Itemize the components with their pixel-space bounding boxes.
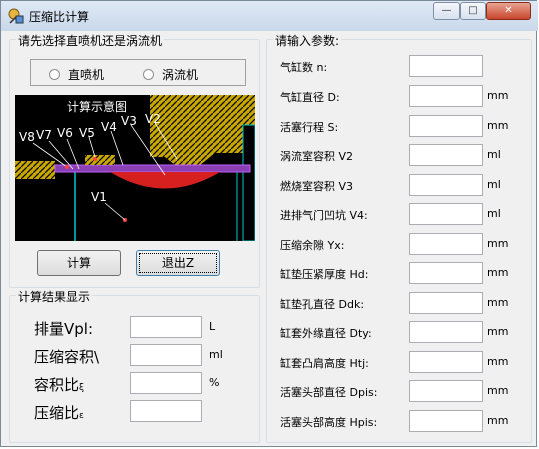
param-label-valve-pocket: 进排气门凹坑 V4:	[280, 209, 368, 222]
param-piston-head-diameter-unit: mm	[487, 384, 509, 397]
radio-direct-injection[interactable]: 直喷机	[49, 66, 104, 83]
param-liner-outer-diameter-field[interactable]	[409, 321, 483, 343]
param-clearance-unit: mm	[487, 237, 509, 250]
result-volume-ratio-unit: %	[209, 376, 220, 389]
cylinder-outline	[55, 168, 76, 241]
radio-circle-icon[interactable]	[143, 69, 154, 80]
head-left-block	[15, 161, 55, 179]
label-v1: V1	[91, 190, 107, 204]
param-gasket-bore-unit: mm	[487, 296, 509, 309]
result-displacement-unit: L	[209, 320, 216, 333]
parameters-group-title: 请输入参数:	[273, 32, 342, 49]
label-v6: V6	[57, 126, 73, 140]
maximize-button[interactable]: □	[460, 2, 486, 20]
window-title: 压缩比计算	[29, 10, 90, 24]
radio-direct-injection-label: 直喷机	[68, 68, 105, 82]
app-window: 压缩比计算 — □ ✕ 请先选择直喷机还是涡流机 直喷机 涡流机 计算示意图 V…	[0, 0, 538, 447]
param-gasket-bore-field[interactable]	[409, 292, 483, 314]
radio-circle-icon[interactable]	[49, 69, 60, 80]
param-cylinders-field[interactable]	[409, 55, 483, 77]
param-label-piston-head-height: 活塞头部高度 Hpis:	[280, 416, 378, 429]
param-bore-unit: mm	[487, 89, 509, 102]
title-bar[interactable]: 压缩比计算 — □ ✕	[1, 1, 538, 31]
head-gasket	[54, 164, 251, 173]
param-liner-shoulder-height-unit: mm	[487, 355, 509, 368]
diagram-svg: 计算示意图 V8 V7 V6 V5 V4 V3 V2 V1	[15, 95, 255, 241]
results-group: 计算结果显示 排量Vpl: L 压缩容积\ ml 容积比ξ % 压缩比ε	[9, 288, 260, 443]
param-piston-head-height-unit: mm	[487, 414, 509, 427]
param-clearance-field[interactable]	[409, 233, 483, 255]
param-label-clearance: 压缩余隙 Yx:	[280, 239, 345, 252]
leader-line	[88, 136, 96, 158]
calculate-button[interactable]: 计算	[37, 250, 121, 276]
result-label-displacement: 排量Vpl:	[34, 320, 94, 338]
liner-gap-right	[242, 124, 255, 241]
radio-swirl-chamber-label: 涡流机	[162, 68, 199, 82]
param-swirl-volume-field[interactable]	[409, 144, 483, 166]
close-button[interactable]: ✕	[486, 2, 531, 20]
diagram-title: 计算示意图	[67, 99, 127, 114]
param-swirl-volume-unit: ml	[487, 148, 501, 161]
label-v3: V3	[121, 114, 137, 128]
result-volume-ratio-symbol: ξ	[79, 383, 85, 393]
result-compression-volume-unit: ml	[209, 348, 223, 361]
param-label-gasket-bore: 缸垫孔直径 Ddk:	[280, 298, 365, 311]
param-combustion-volume-unit: ml	[487, 178, 501, 191]
engine-type-group-title: 请先选择直喷机还是涡流机	[16, 32, 165, 49]
engine-type-group: 请先选择直喷机还是涡流机 直喷机 涡流机 计算示意图 V8 V7 V6 V5 V…	[9, 32, 260, 288]
param-bore-field[interactable]	[409, 85, 483, 107]
calculation-diagram: 计算示意图 V8 V7 V6 V5 V4 V3 V2 V1	[15, 95, 255, 241]
param-label-cylinders: 气缸数 n:	[280, 61, 328, 74]
param-gasket-thickness-field[interactable]	[409, 262, 483, 284]
v4-marker	[93, 157, 97, 161]
result-label-volume-ratio: 容积比ξ	[34, 374, 84, 395]
param-valve-pocket-unit: ml	[487, 207, 501, 220]
valve-pocket	[85, 155, 115, 165]
param-piston-head-diameter-field[interactable]	[409, 380, 483, 402]
result-compression-volume-field[interactable]	[130, 344, 202, 366]
param-label-piston-head-diameter: 活塞头部直径 Dpis:	[280, 386, 378, 399]
minimize-button[interactable]: —	[433, 2, 460, 20]
label-v5: V5	[79, 126, 95, 140]
cylinder-head	[150, 95, 255, 165]
result-label-compression-volume: 压缩容积\	[34, 348, 100, 366]
result-volume-ratio-field[interactable]	[130, 372, 202, 394]
result-displacement-field[interactable]	[130, 316, 202, 338]
param-label-combustion-volume: 燃烧室容积 V3	[280, 180, 354, 193]
result-label-compression-ratio: 压缩比ε	[34, 402, 84, 423]
result-compression-ratio-field[interactable]	[130, 400, 202, 422]
param-label-gasket-thickness: 缸垫压紧厚度 Hd:	[280, 268, 369, 281]
param-label-liner-outer-diameter: 缸套外缘直径 Dty:	[280, 327, 372, 340]
label-v4: V4	[101, 120, 117, 134]
param-liner-outer-diameter-unit: mm	[487, 325, 509, 338]
client-area: 请先选择直喷机还是涡流机 直喷机 涡流机 计算示意图 V8 V7 V6 V5 V…	[9, 31, 532, 443]
v8-marker	[65, 165, 69, 169]
param-label-bore: 气缸直径 D:	[280, 91, 340, 104]
radio-swirl-chamber[interactable]: 涡流机	[143, 66, 198, 83]
param-liner-shoulder-height-field[interactable]	[409, 351, 483, 373]
param-piston-head-height-field[interactable]	[409, 410, 483, 432]
param-combustion-volume-field[interactable]	[409, 174, 483, 196]
param-valve-pocket-field[interactable]	[409, 203, 483, 225]
label-v8: V8	[19, 130, 35, 144]
engine-type-radio-box: 直喷机 涡流机	[30, 59, 246, 86]
app-icon	[8, 8, 24, 24]
result-compression-ratio-text: 压缩比	[34, 404, 80, 422]
v1-leader	[104, 202, 126, 221]
param-stroke-unit: mm	[487, 119, 509, 132]
label-v2: V2	[145, 112, 161, 126]
result-compression-ratio-symbol: ε	[79, 411, 84, 421]
results-group-title: 计算结果显示	[16, 288, 93, 305]
param-label-liner-shoulder-height: 缸套凸肩高度 Htj:	[280, 357, 369, 370]
result-volume-ratio-text: 容积比	[34, 376, 80, 394]
param-label-stroke: 活塞行程 S:	[280, 121, 339, 134]
param-stroke-field[interactable]	[409, 115, 483, 137]
exit-button[interactable]: 退出Z	[136, 250, 220, 276]
label-v7: V7	[36, 128, 52, 142]
param-label-swirl-volume: 涡流室容积 V2	[280, 150, 354, 163]
param-gasket-thickness-unit: mm	[487, 266, 509, 279]
